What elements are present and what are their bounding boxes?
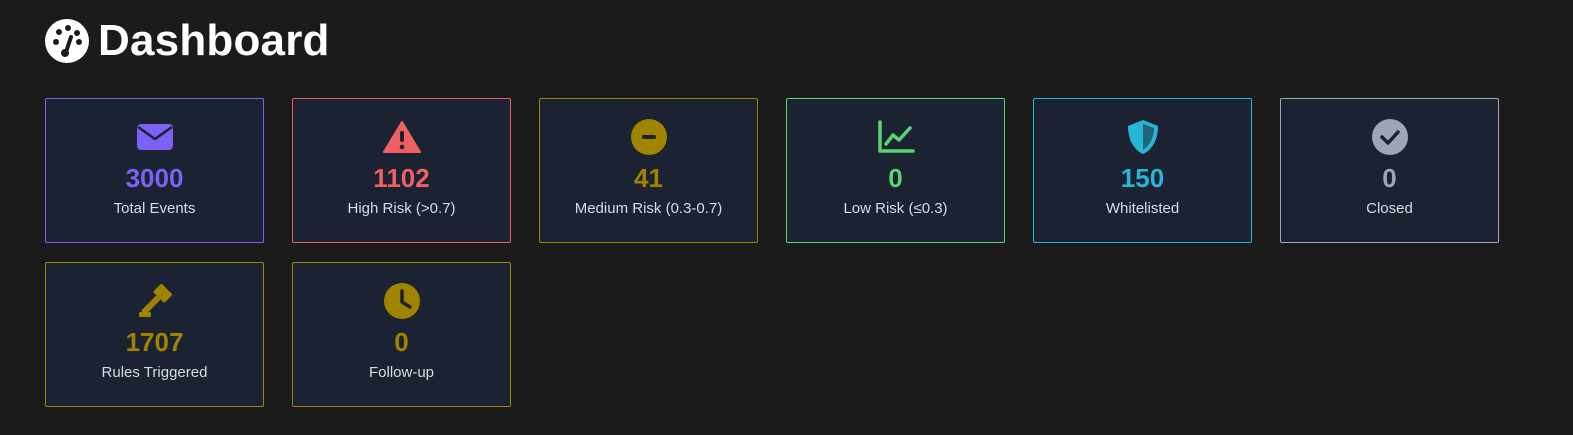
stat-card-medium-risk[interactable]: 41 Medium Risk (0.3-0.7) <box>539 98 758 243</box>
stat-value: 150 <box>1120 163 1165 193</box>
stat-card-follow-up[interactable]: 0 Follow-up <box>292 262 511 407</box>
warning-triangle-icon <box>382 117 422 157</box>
stats-grid: 3000 Total Events 1102 High Risk (>0.7) <box>45 98 1505 407</box>
page-title: Dashboard <box>98 16 330 65</box>
stat-label: Total Events <box>113 200 196 218</box>
page-header: Dashboard <box>44 18 330 64</box>
stat-card-high-risk[interactable]: 1102 High Risk (>0.7) <box>292 98 511 243</box>
envelope-icon <box>135 117 175 157</box>
line-chart-icon <box>876 117 916 157</box>
gavel-icon <box>135 281 175 321</box>
stat-value: 0 <box>1382 163 1397 193</box>
clock-icon <box>382 281 422 321</box>
stat-card-low-risk[interactable]: 0 Low Risk (≤0.3) <box>786 98 1005 243</box>
tachometer-icon <box>44 18 90 64</box>
stat-card-rules-triggered[interactable]: 1707 Rules Triggered <box>45 262 264 407</box>
stat-label: Medium Risk (0.3-0.7) <box>574 200 723 218</box>
stat-label: Rules Triggered <box>101 364 208 382</box>
stat-label: Whitelisted <box>1105 200 1180 218</box>
stat-value: 1707 <box>125 327 184 357</box>
stat-card-closed[interactable]: 0 Closed <box>1280 98 1499 243</box>
stat-value: 0 <box>888 163 903 193</box>
stat-value: 41 <box>634 163 663 193</box>
stat-card-total-events[interactable]: 3000 Total Events <box>45 98 264 243</box>
stat-value: 3000 <box>125 163 184 193</box>
stat-label: Closed <box>1366 200 1413 218</box>
stat-value: 1102 <box>373 163 430 193</box>
stat-label: High Risk (>0.7) <box>347 200 456 218</box>
stat-label: Follow-up <box>368 364 435 382</box>
stat-label: Low Risk (≤0.3) <box>843 200 948 218</box>
stat-value: 0 <box>394 327 409 357</box>
dashboard-page: Dashboard 3000 Total Events 1102 High Ri… <box>0 0 1573 435</box>
shield-icon <box>1123 117 1163 157</box>
stat-card-whitelisted[interactable]: 150 Whitelisted <box>1033 98 1252 243</box>
minus-circle-icon <box>629 117 669 157</box>
check-circle-icon <box>1370 117 1410 157</box>
